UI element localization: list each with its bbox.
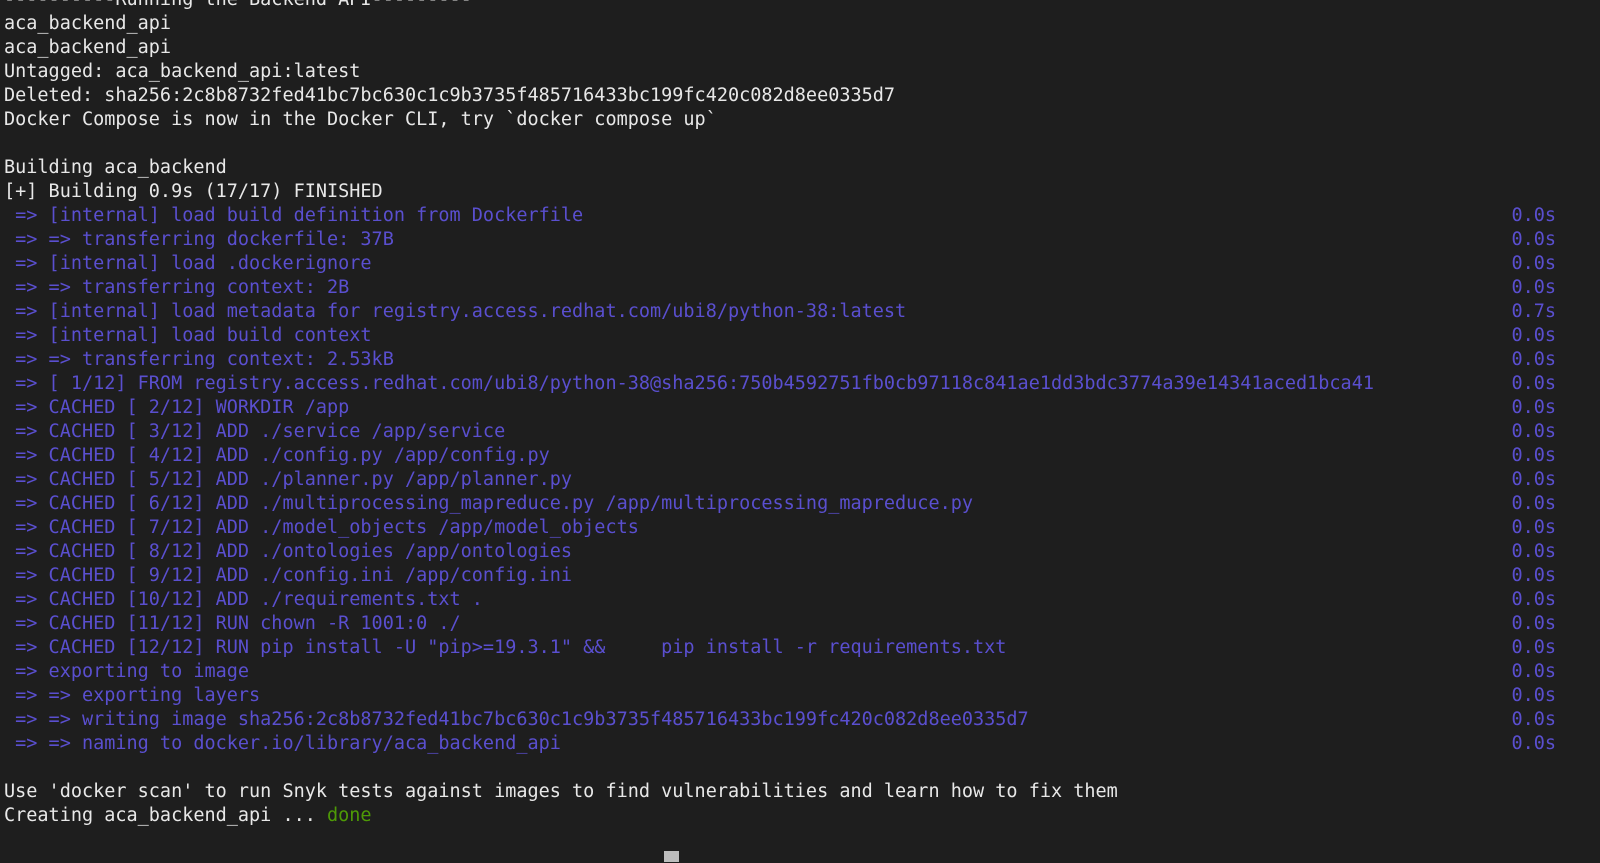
service-status-badge: done — [327, 805, 372, 826]
build-step-duration: 0.7s — [1511, 301, 1556, 322]
build-step-row: => CACHED [ 9/12] ADD ./config.ini /app/… — [4, 564, 1600, 588]
service-status-line: Creating aca_backend_api ... done — [4, 804, 1600, 828]
build-step-row: => [internal] load .dockerignore 0.0s — [4, 252, 1600, 276]
build-step-text: => CACHED [10/12] ADD ./requirements.txt… — [4, 589, 483, 610]
build-step-row: => CACHED [ 7/12] ADD ./model_objects /a… — [4, 516, 1600, 540]
build-step-duration: 0.0s — [1511, 445, 1556, 466]
build-step-text: => CACHED [ 4/12] ADD ./config.py /app/c… — [4, 445, 550, 466]
build-step-row: => CACHED [ 4/12] ADD ./config.py /app/c… — [4, 444, 1600, 468]
terminal-output-line: aca_backend_api — [4, 13, 172, 34]
build-step-duration: 0.0s — [1511, 661, 1556, 682]
terminal-output-line: aca_backend_api — [4, 37, 172, 58]
build-step-text: => CACHED [11/12] RUN chown -R 1001:0 ./ — [4, 613, 461, 634]
build-step-duration: 0.0s — [1511, 373, 1556, 394]
build-step-row: => => writing image sha256:2c8b8732fed41… — [4, 708, 1600, 732]
build-step-duration: 0.0s — [1511, 229, 1556, 250]
build-step-text: => [internal] load build definition from… — [4, 205, 584, 226]
build-step-text: => [internal] load metadata for registry… — [4, 301, 907, 322]
build-step-text: => CACHED [ 3/12] ADD ./service /app/ser… — [4, 421, 506, 442]
build-step-row: => [internal] load build definition from… — [4, 204, 1600, 228]
terminal-output-line: Building aca_backend — [4, 157, 227, 178]
build-step-text: => [ 1/12] FROM registry.access.redhat.c… — [4, 373, 1374, 394]
build-step-duration: 0.0s — [1511, 253, 1556, 274]
build-step-text: => CACHED [12/12] RUN pip install -U "pi… — [4, 637, 1007, 658]
build-step-text: => => writing image sha256:2c8b8732fed41… — [4, 709, 1029, 730]
terminal-output-line: ----------Running the Backend API-------… — [4, 0, 1600, 12]
build-step-duration: 0.0s — [1511, 541, 1556, 562]
terminal-output-line: Untagged: aca_backend_api:latest — [4, 61, 361, 82]
build-step-duration: 0.0s — [1511, 613, 1556, 634]
terminal-screen: ----------Running the Backend API-------… — [0, 0, 1600, 828]
build-step-duration: 0.0s — [1511, 421, 1556, 442]
build-step-row: => => naming to docker.io/library/aca_ba… — [4, 732, 1600, 756]
build-step-text: => [internal] load .dockerignore — [4, 253, 372, 274]
terminal-output-line: Use 'docker scan' to run Snyk tests agai… — [4, 781, 1118, 802]
build-step-text: => CACHED [ 2/12] WORKDIR /app — [4, 397, 350, 418]
build-step-duration: 0.0s — [1511, 397, 1556, 418]
build-step-row: => CACHED [ 8/12] ADD ./ontologies /app/… — [4, 540, 1600, 564]
build-step-text: => => transferring context: 2B — [4, 277, 350, 298]
build-step-text: => exporting to image — [4, 661, 250, 682]
build-step-text: => => naming to docker.io/library/aca_ba… — [4, 733, 561, 754]
terminal-window[interactable]: ----------Running the Backend API-------… — [0, 0, 1600, 863]
build-step-row: => CACHED [ 6/12] ADD ./multiprocessing_… — [4, 492, 1600, 516]
build-step-row: => [internal] load build context 0.0s — [4, 324, 1600, 348]
build-step-text: => CACHED [ 8/12] ADD ./ontologies /app/… — [4, 541, 573, 562]
build-step-row: => => transferring context: 2.53kB 0.0s — [4, 348, 1600, 372]
build-step-row: => CACHED [ 3/12] ADD ./service /app/ser… — [4, 420, 1600, 444]
terminal-output-line: Docker Compose is now in the Docker CLI,… — [4, 109, 717, 130]
build-step-row: => CACHED [10/12] ADD ./requirements.txt… — [4, 588, 1600, 612]
build-step-text: => => transferring context: 2.53kB — [4, 349, 394, 370]
build-step-duration: 0.0s — [1511, 277, 1556, 298]
build-step-duration: 0.0s — [1511, 589, 1556, 610]
build-step-duration: 0.0s — [1511, 637, 1556, 658]
service-status-label: Creating aca_backend_api ... — [4, 805, 328, 826]
build-step-duration: 0.0s — [1511, 685, 1556, 706]
build-step-row: => => exporting layers 0.0s — [4, 684, 1600, 708]
build-step-row: => CACHED [11/12] RUN chown -R 1001:0 ./… — [4, 612, 1600, 636]
build-step-row: => => transferring dockerfile: 37B 0.0s — [4, 228, 1600, 252]
build-step-duration: 0.0s — [1511, 349, 1556, 370]
build-step-duration: 0.0s — [1511, 733, 1556, 754]
build-step-duration: 0.0s — [1511, 565, 1556, 586]
build-step-duration: 0.0s — [1511, 517, 1556, 538]
build-step-row: => CACHED [ 5/12] ADD ./planner.py /app/… — [4, 468, 1600, 492]
build-step-duration: 0.0s — [1511, 205, 1556, 226]
build-step-row: => [ 1/12] FROM registry.access.redhat.c… — [4, 372, 1600, 396]
build-step-duration: 0.0s — [1511, 709, 1556, 730]
build-step-row: => CACHED [12/12] RUN pip install -U "pi… — [4, 636, 1600, 660]
build-step-text: => => transferring dockerfile: 37B — [4, 229, 394, 250]
build-step-text: => CACHED [ 5/12] ADD ./planner.py /app/… — [4, 469, 573, 490]
terminal-output-line: Deleted: sha256:2c8b8732fed41bc7bc630c1c… — [4, 85, 896, 106]
build-step-text: => => exporting layers — [4, 685, 261, 706]
build-step-duration: 0.0s — [1511, 469, 1556, 490]
build-step-text: => CACHED [ 6/12] ADD ./multiprocessing_… — [4, 493, 974, 514]
build-step-duration: 0.0s — [1511, 325, 1556, 346]
terminal-output-line: [+] Building 0.9s (17/17) FINISHED — [4, 181, 383, 202]
build-step-text: => [internal] load build context — [4, 325, 372, 346]
build-step-row: => exporting to image 0.0s — [4, 660, 1600, 684]
build-step-row: => CACHED [ 2/12] WORKDIR /app 0.0s — [4, 396, 1600, 420]
build-step-text: => CACHED [ 9/12] ADD ./config.ini /app/… — [4, 565, 573, 586]
build-step-text: => CACHED [ 7/12] ADD ./model_objects /a… — [4, 517, 639, 538]
terminal-cursor — [664, 851, 679, 862]
build-step-row: => [internal] load metadata for registry… — [4, 300, 1600, 324]
build-step-row: => => transferring context: 2B 0.0s — [4, 276, 1600, 300]
build-step-duration: 0.0s — [1511, 493, 1556, 514]
